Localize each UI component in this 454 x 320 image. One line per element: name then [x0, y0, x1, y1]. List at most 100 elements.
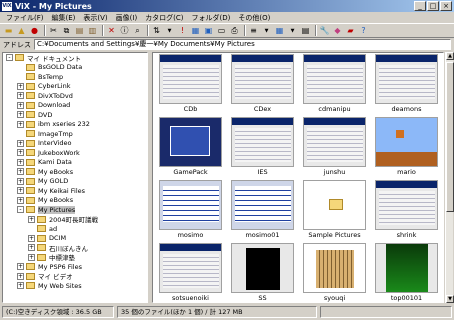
cut-icon[interactable]: ✂: [48, 25, 59, 36]
tree-item[interactable]: + DivXToDvd: [3, 91, 147, 101]
thumbnail-item[interactable]: cdmanipu: [300, 53, 369, 115]
move-icon[interactable]: ▥: [87, 25, 98, 36]
details-view-icon[interactable]: ▤: [300, 25, 311, 36]
expand-icon[interactable]: +: [28, 244, 35, 252]
expand-icon[interactable]: +: [17, 82, 24, 90]
thumbnail-item[interactable]: CDex: [228, 53, 297, 115]
thumbnail-item[interactable]: sotsuenoiki: [156, 242, 225, 302]
tree-item[interactable]: BsGOLD Data: [3, 63, 147, 73]
expand-icon[interactable]: +: [17, 196, 24, 204]
view-dropdown-icon[interactable]: ▼: [261, 25, 272, 36]
menu-view[interactable]: 表示(V): [79, 13, 111, 23]
tools-icon[interactable]: 🔧: [319, 25, 330, 36]
expand-icon[interactable]: +: [17, 101, 24, 109]
expand-icon[interactable]: +: [17, 177, 24, 185]
expand-icon[interactable]: +: [17, 149, 24, 157]
folder-tree[interactable]: - マイ ドキュメント BsGOLD Data BsTemp + CyberLink + Di…: [2, 52, 148, 303]
menu-catalog[interactable]: カタログ(C): [141, 13, 187, 23]
menu-folder[interactable]: フォルダ(D): [188, 13, 235, 23]
scroll-down-arrow[interactable]: ▼: [446, 295, 454, 303]
tree-item[interactable]: + CyberLink: [3, 82, 147, 92]
thumbnail-item[interactable]: SS: [228, 242, 297, 302]
flag-icon[interactable]: !: [177, 25, 188, 36]
menu-other[interactable]: その他(O): [234, 13, 274, 23]
expand-icon[interactable]: +: [17, 168, 24, 176]
thumbnail-item[interactable]: syouqi: [300, 242, 369, 302]
scroll-thumb[interactable]: [446, 62, 454, 212]
thumbnail-item[interactable]: GamePack: [156, 116, 225, 178]
thumbnail-item[interactable]: CDb: [156, 53, 225, 115]
expand-icon[interactable]: +: [17, 92, 24, 100]
thumbnail-item[interactable]: mario: [372, 116, 441, 178]
thumbnail-item[interactable]: IES: [228, 116, 297, 178]
expand-icon[interactable]: +: [17, 158, 24, 166]
print-icon[interactable]: ⎙: [229, 25, 240, 36]
tree-item[interactable]: BsTemp: [3, 72, 147, 82]
menu-edit[interactable]: 編集(E): [48, 13, 80, 23]
menu-file[interactable]: ファイル(F): [2, 13, 48, 23]
expand-icon[interactable]: +: [17, 139, 24, 147]
tree-item[interactable]: + JukeboxWork: [3, 148, 147, 158]
close-button[interactable]: ×: [440, 1, 452, 11]
address-input[interactable]: C:¥Documents and Settings¥慶一¥My Document…: [34, 39, 451, 50]
tree-item[interactable]: + ibm xseries 232: [3, 120, 147, 130]
vertical-scrollbar[interactable]: ▲ ▼: [445, 52, 454, 303]
scroll-up-arrow[interactable]: ▲: [446, 52, 454, 60]
tree-item[interactable]: + My Web Sites: [3, 281, 147, 291]
folder-up-icon[interactable]: ▲: [16, 25, 27, 36]
expand-icon[interactable]: +: [28, 253, 35, 261]
thumbnail-dropdown-icon[interactable]: ▼: [287, 25, 298, 36]
sort-dropdown-icon[interactable]: ▼: [164, 25, 175, 36]
thumbnail-item[interactable]: Sample Pictures: [300, 179, 369, 241]
open-folder-icon[interactable]: ▬: [3, 25, 14, 36]
tree-item[interactable]: + My eBooks: [3, 167, 147, 177]
search-icon[interactable]: ⌕: [132, 25, 143, 36]
tree-item[interactable]: ImageTmp: [3, 129, 147, 139]
tree-item[interactable]: + マイ ビデオ: [3, 272, 147, 281]
sort-icon[interactable]: ⇅: [151, 25, 162, 36]
thumbnail-item[interactable]: shrink: [372, 179, 441, 241]
tree-item[interactable]: + 中標津塾: [3, 253, 147, 262]
slideshow-icon[interactable]: ▣: [203, 25, 214, 36]
tree-item[interactable]: + DCIM: [3, 234, 147, 244]
list-view-icon[interactable]: ≡: [248, 25, 259, 36]
tree-item[interactable]: +2004町長町議戦: [3, 215, 147, 224]
expand-icon[interactable]: +: [17, 111, 24, 119]
delete-icon[interactable]: ✕: [106, 25, 117, 36]
properties-icon[interactable]: ⓘ: [119, 25, 130, 36]
menu-image[interactable]: 画像(I): [112, 13, 142, 23]
maximize-button[interactable]: □: [427, 1, 439, 11]
tree-item[interactable]: - マイ ドキュメント: [3, 53, 147, 63]
tree-item[interactable]: + My eBooks: [3, 196, 147, 206]
minimize-button[interactable]: _: [414, 1, 426, 11]
tree-item[interactable]: + Kami Data: [3, 158, 147, 168]
convert-icon[interactable]: ◆: [332, 25, 343, 36]
thumbnail-item[interactable]: deamons: [372, 53, 441, 115]
app-icon[interactable]: ViX: [2, 1, 12, 11]
tree-item[interactable]: + My PSP6 Files: [3, 262, 147, 272]
tree-item[interactable]: - My Pictures: [3, 205, 147, 215]
tree-item[interactable]: + DVD: [3, 110, 147, 120]
expand-icon[interactable]: +: [17, 263, 24, 271]
expand-icon[interactable]: +: [28, 234, 35, 242]
collapse-icon[interactable]: -: [17, 206, 24, 214]
expand-icon[interactable]: +: [28, 215, 35, 223]
thumbnail-item[interactable]: mosimo: [156, 179, 225, 241]
book-icon[interactable]: ▰: [345, 25, 356, 36]
thumbnail-item[interactable]: top00101: [372, 242, 441, 302]
copy-icon[interactable]: ⧉: [61, 25, 72, 36]
thumbnail-grid[interactable]: CDb CDex cdmanipu deamons GamePack IES junshu m…: [152, 52, 444, 303]
thumbnail-item[interactable]: junshu: [300, 116, 369, 178]
tree-item[interactable]: + 石川ぼんきん: [3, 243, 147, 253]
expand-icon[interactable]: +: [17, 120, 24, 128]
tree-item[interactable]: + My Keikai Files: [3, 186, 147, 196]
thumbnail-item[interactable]: mosimo01: [228, 179, 297, 241]
paste-icon[interactable]: ▤: [74, 25, 85, 36]
tree-item[interactable]: + Download: [3, 101, 147, 111]
stop-icon[interactable]: ●: [29, 25, 40, 36]
expand-icon[interactable]: +: [17, 282, 24, 290]
tree-item[interactable]: + InterVideo: [3, 139, 147, 149]
help-icon[interactable]: ?: [358, 25, 369, 36]
expand-icon[interactable]: +: [17, 187, 24, 195]
view-icon[interactable]: ▭: [216, 25, 227, 36]
